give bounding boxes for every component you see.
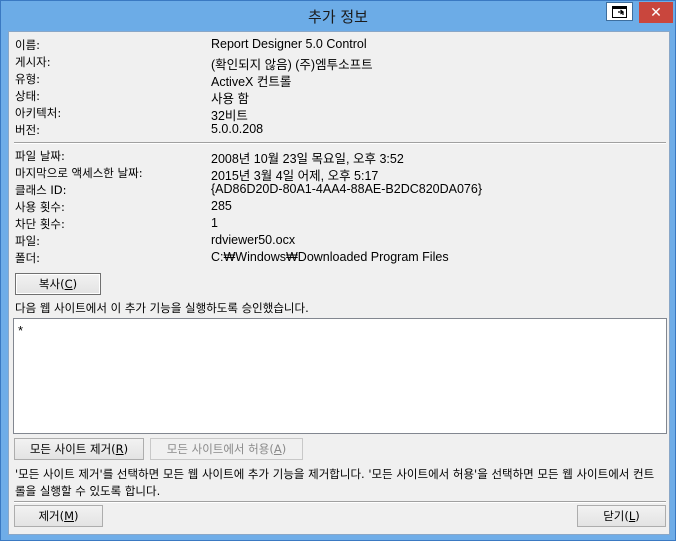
button-accesskey: C <box>64 277 73 291</box>
info-label: 파일 날짜: <box>15 149 65 163</box>
approved-sites-list[interactable]: * <box>13 318 667 434</box>
info-label: 차단 횟수: <box>15 217 65 231</box>
copy-button[interactable]: 복사(C) <box>15 273 101 295</box>
info-label: 이름: <box>15 38 41 52</box>
info-label: 버전: <box>15 123 41 137</box>
info-label: 파일: <box>15 234 41 248</box>
remove-all-sites-button[interactable]: 모든 사이트 제거(R) <box>14 438 144 460</box>
info-value: C:₩Windows₩Downloaded Program Files <box>211 250 449 264</box>
info-value: 1 <box>211 216 218 230</box>
info-value: {AD86D20D-80A1-4AA4-88AE-B2DC820DA076} <box>211 182 482 196</box>
button-label: 모든 사이트 제거( <box>29 442 116 456</box>
info-label: 아키텍처: <box>15 106 62 120</box>
info-label: 게시자: <box>15 55 51 69</box>
button-label: 제거( <box>38 509 65 523</box>
button-label: 모든 사이트에서 허용( <box>166 442 274 456</box>
button-label-end: ) <box>281 442 287 456</box>
info-value: rdviewer50.ocx <box>211 233 296 247</box>
info-value: 285 <box>211 199 232 213</box>
info-label: 마지막으로 액세스한 날짜: <box>15 166 143 180</box>
list-item[interactable]: * <box>18 323 23 338</box>
info-value: 5.0.0.208 <box>211 122 264 136</box>
button-label-end: ) <box>74 509 79 523</box>
button-label: 복사( <box>38 277 65 291</box>
button-label-end: ) <box>72 277 78 291</box>
sites-heading: 다음 웹 사이트에서 이 추가 기능을 실행하도록 승인했습니다. <box>15 300 309 316</box>
button-label-end: ) <box>123 442 129 456</box>
dialog-body: 이름: Report Designer 5.0 Control 게시자: (확인… <box>8 31 670 535</box>
separator <box>14 501 666 503</box>
button-label-end: ) <box>635 509 640 523</box>
button-label: 닫기( <box>603 509 629 523</box>
close-window-button[interactable]: ✕ <box>639 2 673 23</box>
separator <box>14 142 666 144</box>
close-icon: ✕ <box>650 4 662 21</box>
info-label: 사용 횟수: <box>15 200 65 214</box>
explanation-text: '모든 사이트 제거'를 선택하면 모든 웹 사이트에 추가 기능을 제거합니다… <box>15 467 655 498</box>
button-accesskey: M <box>64 509 75 523</box>
info-label: 폴더: <box>15 251 41 265</box>
info-label: 상태: <box>15 89 41 103</box>
window-title: 추가 정보 <box>308 8 368 26</box>
remove-button[interactable]: 제거(M) <box>14 505 103 527</box>
info-label: 클래스 ID: <box>15 183 67 197</box>
close-button[interactable]: 닫기(L) <box>577 505 666 527</box>
allow-all-sites-button[interactable]: 모든 사이트에서 허용(A) <box>150 438 303 460</box>
info-value: Report Designer 5.0 Control <box>211 37 367 51</box>
sites-heading-text: 다음 웹 사이트에서 이 추가 기능을 실행하도록 승인했습니다. <box>15 301 309 315</box>
info-label: 유형: <box>15 72 41 86</box>
button-accesskey: A <box>273 442 282 456</box>
title-bar[interactable]: 추가 정보 ✕ <box>1 1 675 30</box>
button-accesskey: R <box>115 442 124 456</box>
add-on-info-window: 추가 정보 ✕ 이름: Report Designer 5.0 Control … <box>0 0 676 541</box>
window-icon[interactable] <box>606 2 633 21</box>
